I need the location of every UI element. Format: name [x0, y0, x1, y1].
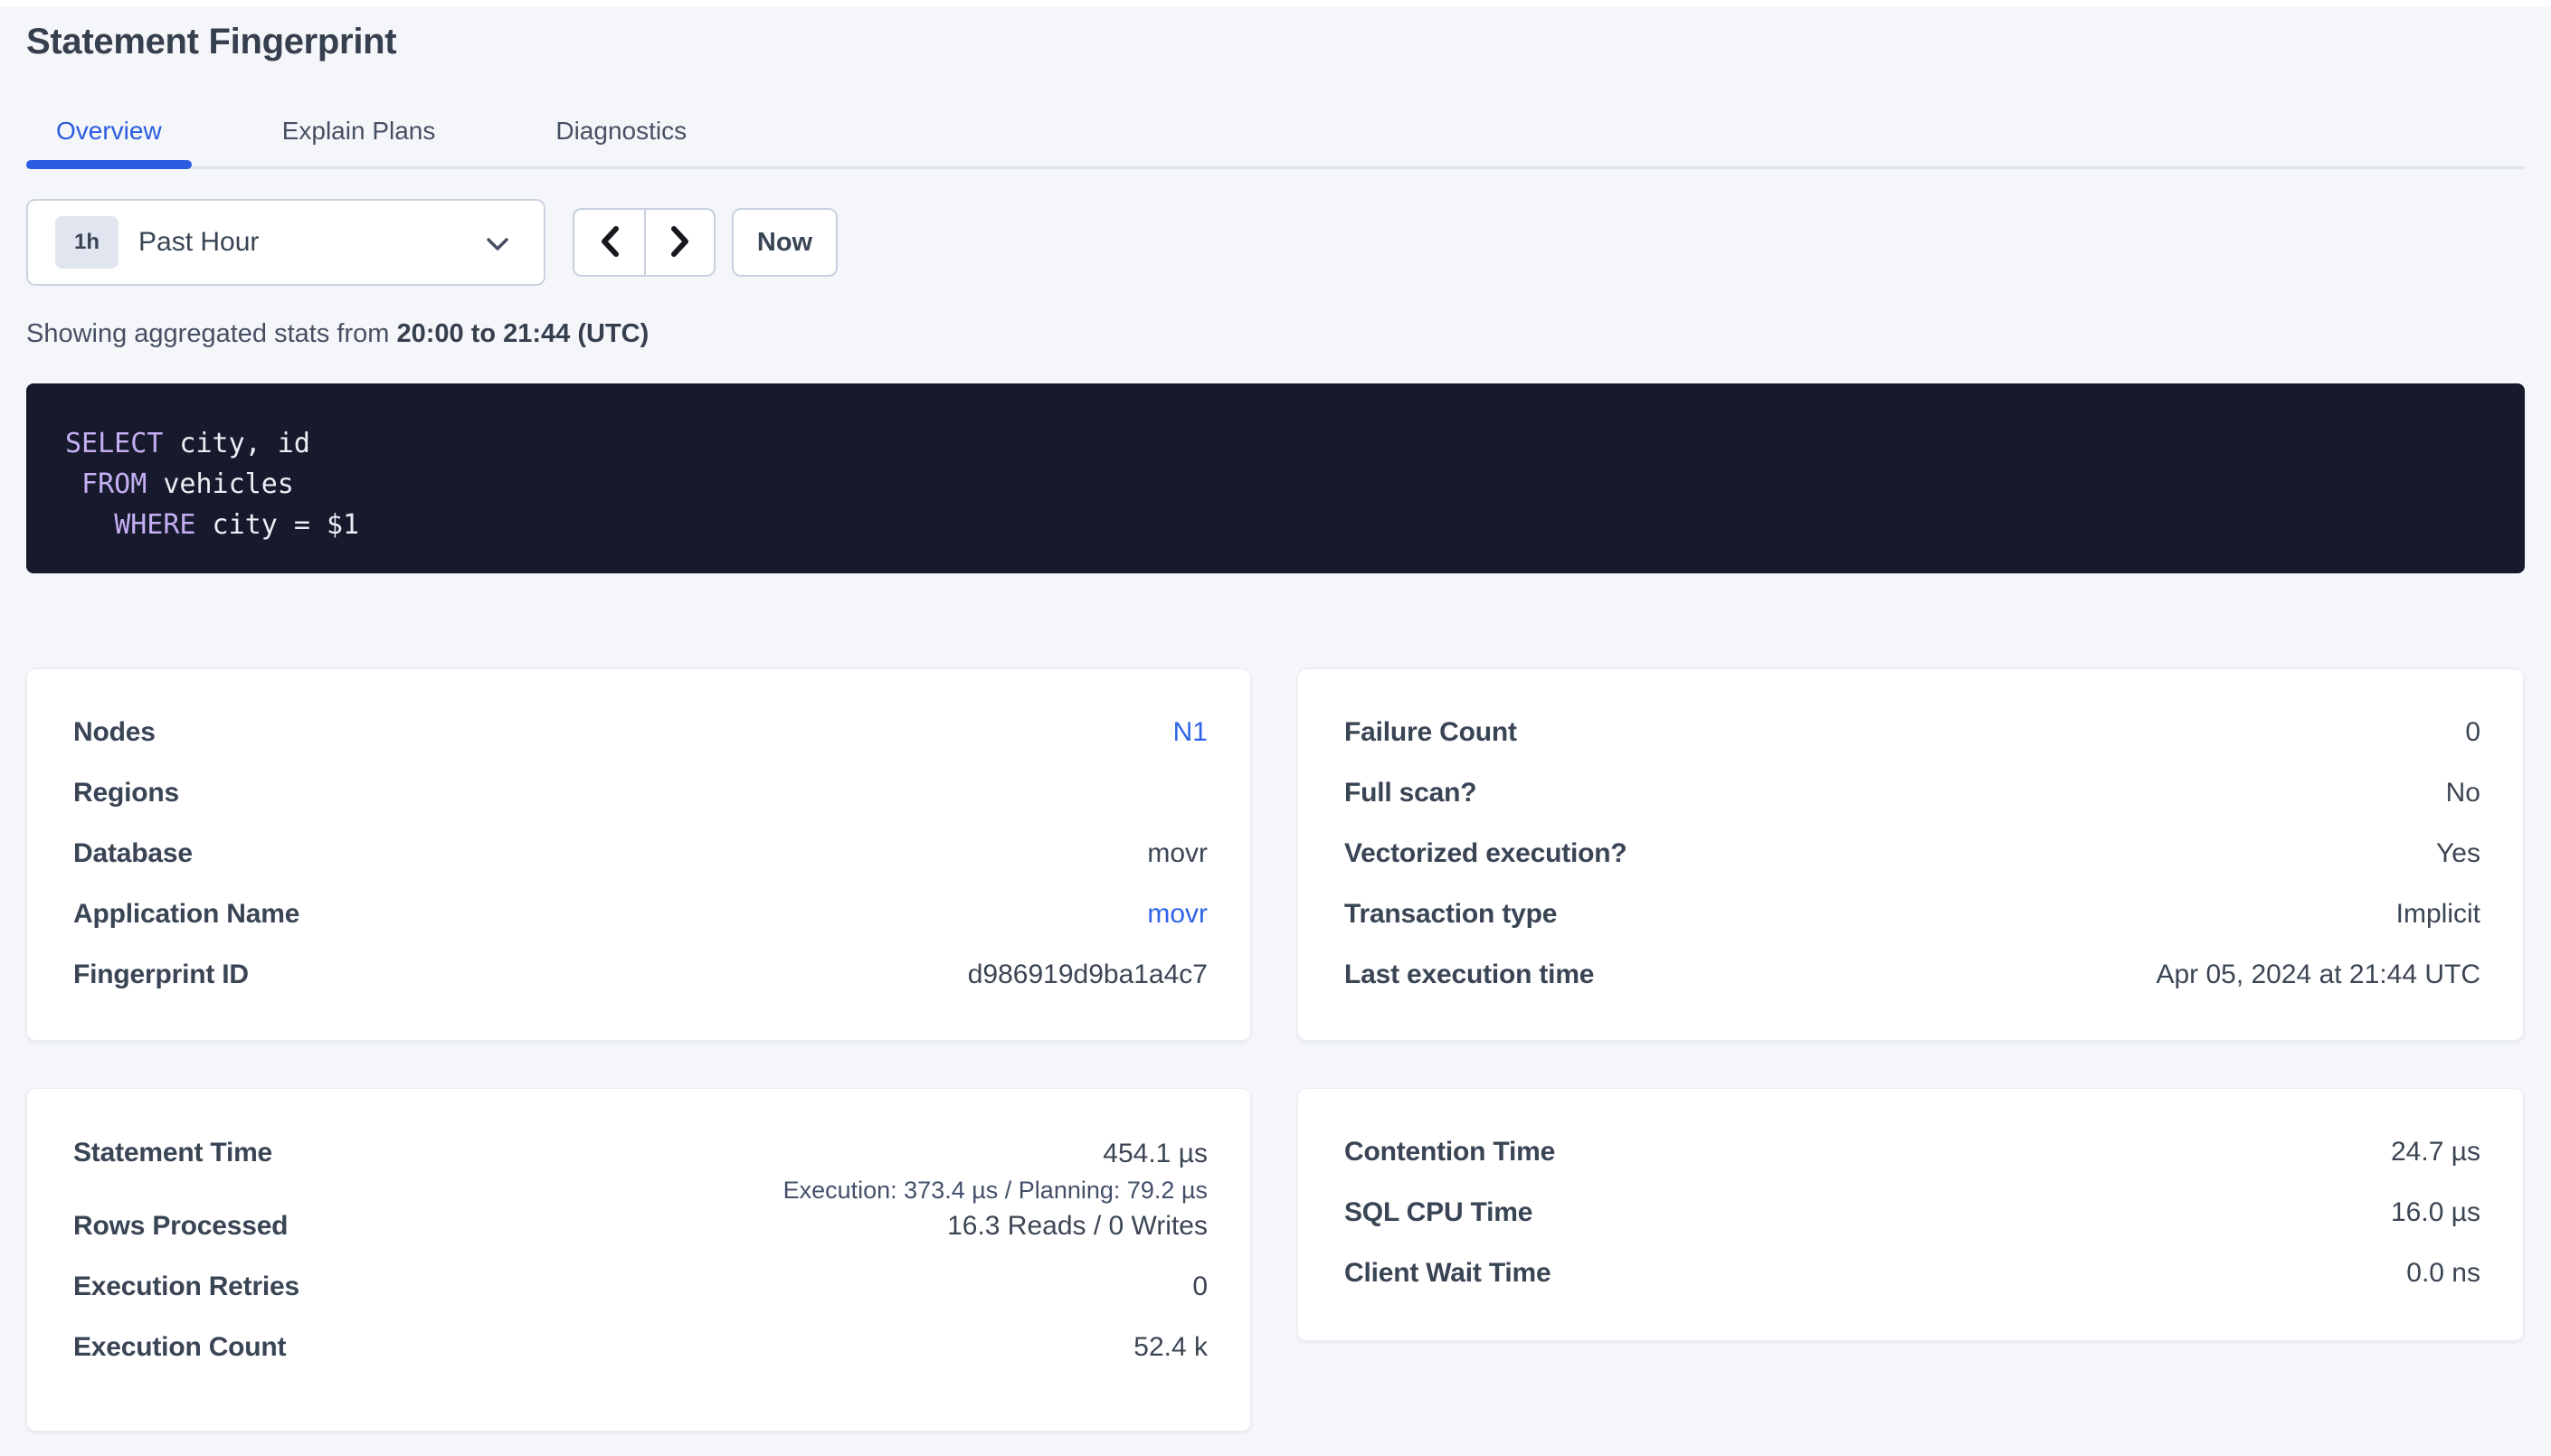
tab-bar: Overview Explain Plans Diagnostics: [26, 116, 2525, 169]
tab-overview-label: Overview: [56, 117, 162, 145]
execution-count-row: Execution Count 52.4 k: [73, 1317, 1208, 1377]
summary-cards-grid: Nodes N1 Regions Database movr Applicati…: [26, 668, 2525, 1432]
statement-time-row: Statement Time 454.1 µs Execution: 373.4…: [73, 1121, 1208, 1196]
last-execution-time-label: Last execution time: [1344, 960, 1594, 990]
aggregated-stats-prefix: Showing aggregated stats from: [26, 319, 396, 348]
sql-line: FROM vehicles: [65, 464, 2489, 505]
chevron-right-icon: [669, 225, 692, 260]
top-strip: [0, 0, 2551, 7]
rows-processed-label: Rows Processed: [73, 1211, 288, 1242]
wait-times-card: Contention Time 24.7 µs SQL CPU Time 16.…: [1297, 1088, 2524, 1341]
sql-cpu-time-row: SQL CPU Time 16.0 µs: [1344, 1182, 2480, 1243]
time-range-badge: 1h: [55, 216, 119, 269]
chevron-down-icon: [486, 237, 509, 257]
tab-diagnostics[interactable]: Diagnostics: [526, 116, 716, 166]
sql-keyword: FROM: [81, 468, 147, 500]
failure-count-label: Failure Count: [1344, 717, 1517, 748]
last-execution-time-value: Apr 05, 2024 at 21:44 UTC: [2156, 960, 2480, 990]
full-scan-row: Full scan? No: [1344, 762, 2480, 823]
page-title: Statement Fingerprint: [26, 20, 2525, 63]
full-scan-label: Full scan?: [1344, 778, 1476, 808]
fingerprint-id-row: Fingerprint ID d986919d9ba1a4c7: [73, 944, 1208, 1005]
time-range-dropdown[interactable]: 1h Past Hour: [26, 199, 545, 286]
timing-card: Statement Time 454.1 µs Execution: 373.4…: [26, 1088, 1251, 1432]
aggregated-stats-range: 20:00 to 21:44 (UTC): [396, 319, 649, 348]
execution-attributes-card: Failure Count 0 Full scan? No Vectorized…: [1297, 668, 2524, 1041]
contention-time-label: Contention Time: [1344, 1137, 1555, 1168]
execution-count-label: Execution Count: [73, 1332, 286, 1363]
sql-keyword: WHERE: [114, 509, 195, 541]
sql-line: SELECT city, id: [65, 423, 2489, 464]
database-row: Database movr: [73, 823, 1208, 884]
nodes-label: Nodes: [73, 717, 156, 748]
vectorized-execution-label: Vectorized execution?: [1344, 838, 1627, 869]
contention-time-value: 24.7 µs: [2391, 1137, 2480, 1168]
contention-time-row: Contention Time 24.7 µs: [1344, 1121, 2480, 1182]
client-wait-time-value: 0.0 ns: [2406, 1258, 2480, 1289]
fingerprint-id-label: Fingerprint ID: [73, 960, 249, 990]
regions-label: Regions: [73, 778, 179, 808]
transaction-type-row: Transaction type Implicit: [1344, 884, 2480, 944]
time-controls: 1h Past Hour Now: [26, 199, 2525, 286]
sql-cpu-time-label: SQL CPU Time: [1344, 1197, 1532, 1228]
statement-time-valueblock: 454.1 µs Execution: 373.4 µs / Planning:…: [783, 1138, 1208, 1205]
tab-overview[interactable]: Overview: [26, 116, 192, 166]
sql-keyword: SELECT: [65, 428, 163, 459]
time-nav-group: [573, 208, 716, 277]
application-name-row: Application Name movr: [73, 884, 1208, 944]
rows-processed-value: 16.3 Reads / 0 Writes: [947, 1211, 1208, 1242]
aggregated-stats-note: Showing aggregated stats from 20:00 to 2…: [26, 317, 2525, 351]
sql-statement-box: SELECT city, id FROM vehicles WHERE city…: [26, 383, 2525, 573]
statement-time-breakdown: Execution: 373.4 µs / Planning: 79.2 µs: [783, 1176, 1208, 1205]
application-name-label: Application Name: [73, 899, 299, 930]
next-interval-button[interactable]: [644, 210, 714, 275]
transaction-type-value: Implicit: [2396, 899, 2480, 930]
failure-count-value: 0: [2465, 717, 2480, 748]
full-scan-value: No: [2446, 778, 2480, 808]
client-wait-time-row: Client Wait Time 0.0 ns: [1344, 1243, 2480, 1303]
nodes-link[interactable]: N1: [1173, 717, 1208, 748]
execution-count-value: 52.4 k: [1133, 1332, 1208, 1363]
statement-details-card: Nodes N1 Regions Database movr Applicati…: [26, 668, 1251, 1041]
tab-diagnostics-label: Diagnostics: [555, 117, 687, 145]
statement-time-label: Statement Time: [73, 1138, 272, 1168]
sql-line: WHERE city = $1: [65, 505, 2489, 545]
time-range-selected: Past Hour: [138, 227, 259, 258]
statement-fingerprint-page: Statement Fingerprint Overview Explain P…: [0, 20, 2551, 1432]
database-value: movr: [1147, 838, 1208, 869]
client-wait-time-label: Client Wait Time: [1344, 1258, 1551, 1289]
transaction-type-label: Transaction type: [1344, 899, 1557, 930]
vectorized-execution-value: Yes: [2436, 838, 2480, 869]
execution-retries-row: Execution Retries 0: [73, 1256, 1208, 1317]
nodes-row: Nodes N1: [73, 702, 1208, 762]
last-execution-time-row: Last execution time Apr 05, 2024 at 21:4…: [1344, 944, 2480, 1005]
now-button[interactable]: Now: [732, 208, 838, 277]
database-label: Database: [73, 838, 193, 869]
execution-retries-value: 0: [1192, 1272, 1208, 1302]
chevron-left-icon: [598, 225, 621, 260]
sql-cpu-time-value: 16.0 µs: [2391, 1197, 2480, 1228]
tab-explain-plans-label: Explain Plans: [282, 117, 436, 145]
statement-time-value: 454.1 µs: [783, 1138, 1208, 1170]
tab-explain-plans[interactable]: Explain Plans: [252, 116, 466, 166]
fingerprint-id-value: d986919d9ba1a4c7: [968, 960, 1208, 990]
application-name-link[interactable]: movr: [1147, 899, 1208, 930]
regions-row: Regions: [73, 762, 1208, 823]
previous-interval-button[interactable]: [574, 210, 644, 275]
execution-retries-label: Execution Retries: [73, 1272, 299, 1302]
failure-count-row: Failure Count 0: [1344, 702, 2480, 762]
vectorized-execution-row: Vectorized execution? Yes: [1344, 823, 2480, 884]
